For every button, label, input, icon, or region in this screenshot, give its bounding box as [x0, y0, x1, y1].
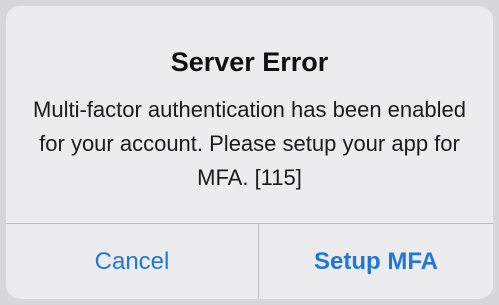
- alert-title: Server Error: [170, 47, 329, 77]
- alert-message: Multi-factor authentication has been ena…: [33, 97, 466, 190]
- cancel-button[interactable]: Cancel: [6, 224, 258, 299]
- alert-content: Server Error Multi-factor authentication…: [6, 6, 493, 223]
- setup-mfa-button[interactable]: Setup MFA: [259, 224, 493, 299]
- alert-dialog: Server Error Multi-factor authentication…: [6, 6, 493, 299]
